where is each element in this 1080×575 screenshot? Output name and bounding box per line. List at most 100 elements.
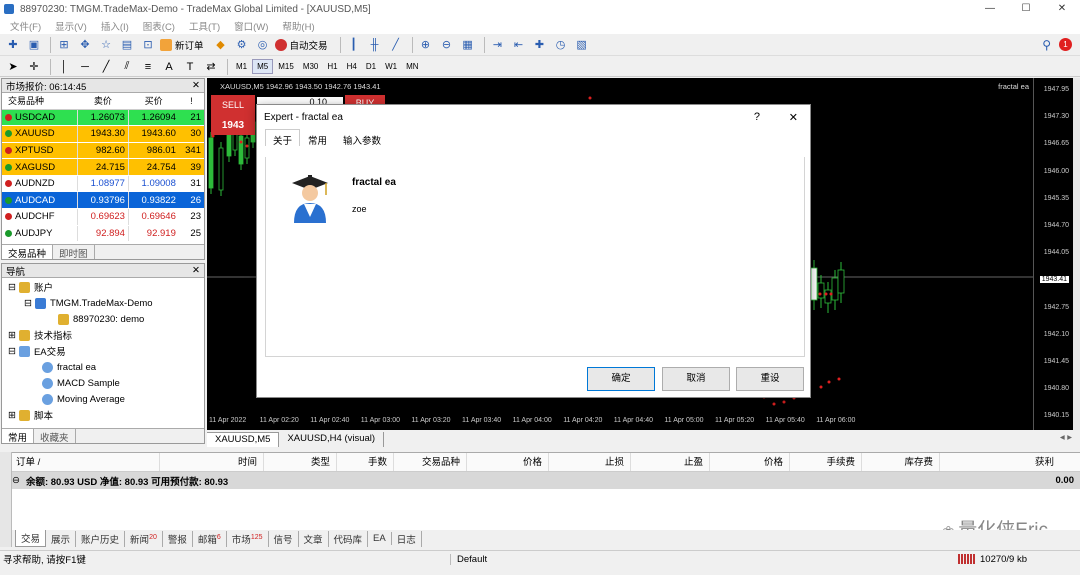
vertical-scrollbar[interactable] xyxy=(1073,78,1080,430)
timeframe-d1[interactable]: D1 xyxy=(362,60,380,73)
expand-icon[interactable]: ⊞ xyxy=(8,330,16,341)
column-symbol[interactable]: 交易品种 xyxy=(2,93,78,110)
scripts-icon[interactable]: ⚙ xyxy=(233,37,251,53)
tab-inputs[interactable]: 输入参数 xyxy=(335,129,389,147)
tab-terminal-9[interactable]: 代码库 xyxy=(329,530,369,547)
scroll-tabs-icon[interactable]: ◂ ▸ xyxy=(1060,432,1072,447)
timeframe-mn[interactable]: MN xyxy=(402,60,422,73)
column-profit[interactable]: 获利 xyxy=(940,453,1060,471)
close-window-button[interactable]: ✕ xyxy=(1044,0,1080,18)
arrows-icon[interactable]: ⇄ xyxy=(202,59,220,75)
signals-icon[interactable]: ◎ xyxy=(254,37,272,53)
column-bid[interactable]: 卖价 xyxy=(77,93,129,110)
tab-terminal-11[interactable]: 日志 xyxy=(392,530,422,547)
market-watch-row[interactable]: USDCAD 1.26073 1.26094 21 xyxy=(2,109,204,127)
periods-icon[interactable]: ◷ xyxy=(552,37,570,53)
ok-button[interactable]: 确定 xyxy=(587,367,655,391)
nav-item-accounts[interactable]: ⊟ 账户 xyxy=(2,279,204,295)
timeframe-m5[interactable]: M5 xyxy=(252,59,274,74)
zoom-out-icon[interactable]: ⊖ xyxy=(438,37,456,53)
close-icon[interactable]: ✕ xyxy=(192,265,200,276)
vertical-line-icon[interactable]: │ xyxy=(55,59,73,75)
tab-symbols[interactable]: 交易品种 xyxy=(2,245,54,260)
bar-chart-icon[interactable]: ┃ xyxy=(345,37,363,53)
column-symbol[interactable]: 交易品种 xyxy=(394,453,467,471)
column-commission[interactable]: 手续费 xyxy=(790,453,862,471)
auto-trading-button[interactable]: 自动交易 xyxy=(274,38,328,52)
market-watch-icon[interactable]: ⊞ xyxy=(55,37,73,53)
menu-insert[interactable]: 插入(I) xyxy=(101,19,129,33)
tab-terminal-0[interactable]: 交易 xyxy=(15,530,47,547)
market-watch-row[interactable]: AUDCAD 0.93796 0.93822 26 xyxy=(2,191,204,210)
column-spread[interactable]: ! xyxy=(178,93,204,110)
nav-item-moving-average[interactable]: Moving Average xyxy=(2,391,204,407)
nav-item-server[interactable]: ⊟ TMGM.TradeMax-Demo xyxy=(2,295,204,311)
menu-charts[interactable]: 图表(C) xyxy=(143,19,175,33)
label-icon[interactable]: T xyxy=(181,59,199,75)
market-watch-row[interactable]: XAUUSD 1943.30 1943.60 30 xyxy=(2,125,204,143)
metaeditor-icon[interactable]: ◆ xyxy=(212,37,230,53)
tab-terminal-7[interactable]: 信号 xyxy=(269,530,299,547)
collapse-icon[interactable]: ⊟ xyxy=(24,298,32,309)
price-axis[interactable]: 1947.95 1947.30 1946.65 1946.00 1945.35 1944.… xyxy=(1033,78,1073,430)
tab-terminal-10[interactable]: EA xyxy=(368,532,392,545)
cancel-button[interactable]: 取消 xyxy=(662,367,730,391)
sell-button[interactable]: SELL 1943 xyxy=(211,95,255,135)
collapse-icon[interactable]: ⊟ xyxy=(8,282,16,293)
candlestick-icon[interactable]: ╫ xyxy=(366,37,384,53)
templates-icon[interactable]: ▧ xyxy=(573,37,591,53)
menu-view[interactable]: 显示(V) xyxy=(55,19,87,33)
nav-item-fractal-ea[interactable]: fractal ea xyxy=(2,359,204,375)
column-current-price[interactable]: 价格 xyxy=(710,453,790,471)
indicators-icon[interactable]: ✚ xyxy=(531,37,549,53)
tab-terminal-6[interactable]: 市场125 xyxy=(227,530,269,547)
channel-icon[interactable]: ⫽ xyxy=(118,59,136,75)
dialog-close-button[interactable]: ✕ xyxy=(789,111,798,124)
balance-row[interactable]: ⊖ 余额: 80.93 USD 净值: 80.93 可用预付款: 80.93 0… xyxy=(0,472,1080,489)
trendline-icon[interactable]: ╱ xyxy=(97,59,115,75)
market-watch-row[interactable]: XPTUSD 982.60 986.01 341 xyxy=(2,142,204,160)
column-swap[interactable]: 库存费 xyxy=(862,453,940,471)
zoom-in-icon[interactable]: ⊕ xyxy=(417,37,435,53)
new-order-button[interactable]: 新订单 xyxy=(160,38,204,52)
column-sl[interactable]: 止损 xyxy=(549,453,631,471)
column-type[interactable]: 类型 xyxy=(264,453,337,471)
notifications-icon[interactable]: 1 xyxy=(1059,38,1072,51)
new-chart-icon[interactable]: ✚ xyxy=(4,37,22,53)
column-size[interactable]: 手数 xyxy=(337,453,394,471)
market-watch-row[interactable]: AUDCHF 0.69623 0.69646 23 xyxy=(2,208,204,226)
chart-shift-icon[interactable]: ⇥ xyxy=(489,37,507,53)
timeframe-m30[interactable]: M30 xyxy=(299,60,323,73)
nav-item-indicators[interactable]: ⊞ 技术指标 xyxy=(2,327,204,343)
fibonacci-icon[interactable]: ≡ xyxy=(139,59,157,75)
timeframe-m15[interactable]: M15 xyxy=(274,60,298,73)
navigator-icon[interactable]: ☆ xyxy=(97,37,115,53)
tab-favorites[interactable]: 收藏夹 xyxy=(34,429,76,444)
tab-common[interactable]: 常用 xyxy=(300,129,335,147)
tile-windows-icon[interactable]: ▦ xyxy=(459,37,477,53)
close-icon[interactable]: ✕ xyxy=(192,80,200,91)
tab-terminal-5[interactable]: 邮箱6 xyxy=(193,530,227,547)
menu-help[interactable]: 帮助(H) xyxy=(282,19,314,33)
column-order[interactable]: 订单 / xyxy=(0,453,160,471)
column-ask[interactable]: 买价 xyxy=(128,93,179,110)
collapse-icon[interactable]: ⊟ xyxy=(8,346,16,357)
column-price[interactable]: 价格 xyxy=(467,453,549,471)
data-window-icon[interactable]: ✥ xyxy=(76,37,94,53)
line-chart-icon[interactable]: ╱ xyxy=(387,37,405,53)
menu-file[interactable]: 文件(F) xyxy=(10,19,41,33)
timeframe-h4[interactable]: H4 xyxy=(343,60,361,73)
maximize-button[interactable]: ☐ xyxy=(1008,0,1044,18)
tab-xauusd-h4-visual[interactable]: XAUUSD,H4 (visual) xyxy=(279,432,385,447)
market-watch-row[interactable]: XAGUSD 24.715 24.754 39 xyxy=(2,158,204,176)
tab-xauusd-m5[interactable]: XAUUSD,M5 xyxy=(207,432,280,447)
nav-item-macd-sample[interactable]: MACD Sample xyxy=(2,375,204,391)
horizontal-line-icon[interactable]: ─ xyxy=(76,59,94,75)
crosshair-icon[interactable]: ✛ xyxy=(25,59,43,75)
tab-about[interactable]: 关于 xyxy=(265,129,301,147)
tab-terminal-3[interactable]: 新闻20 xyxy=(125,530,163,547)
tab-tick-chart[interactable]: 即时图 xyxy=(53,245,95,260)
tab-terminal-4[interactable]: 警报 xyxy=(163,530,193,547)
nav-item-account[interactable]: 88970230: demo xyxy=(2,311,204,327)
column-time[interactable]: 时间 xyxy=(160,453,264,471)
